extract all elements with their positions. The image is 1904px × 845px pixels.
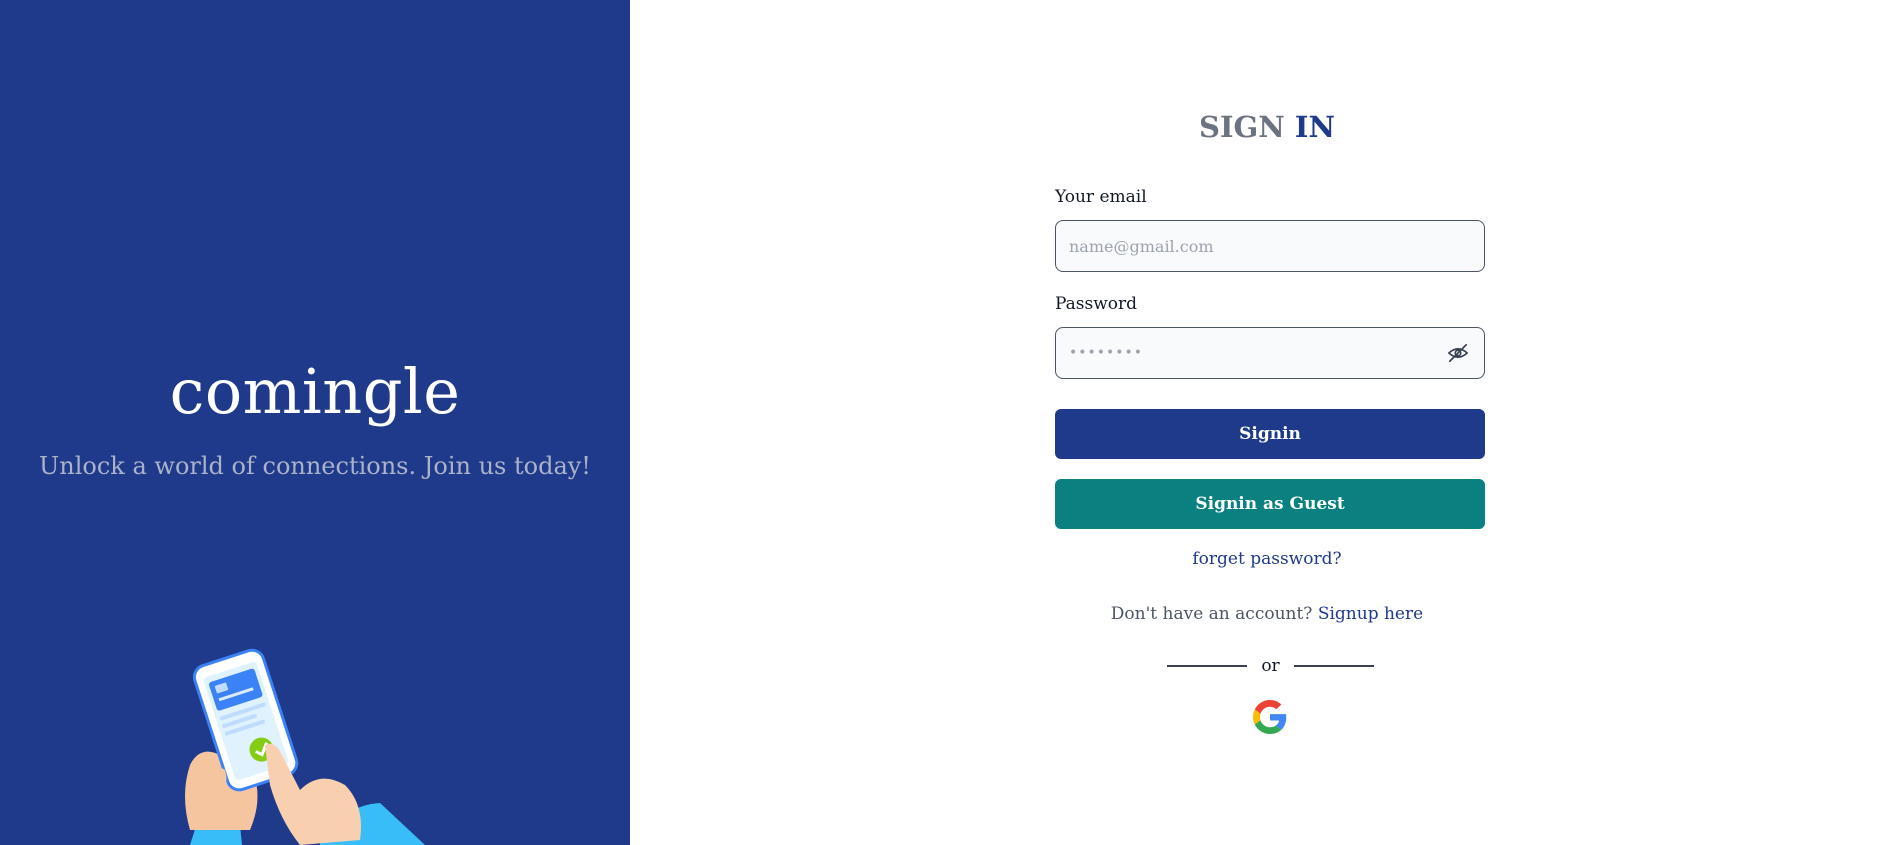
signup-link[interactable]: Signup here — [1318, 604, 1423, 624]
signin-panel: SIGN IN Your email Password •••••••• Sig… — [630, 0, 1904, 845]
divider-text: or — [1261, 656, 1280, 676]
email-input[interactable] — [1069, 236, 1471, 256]
forgot-password-link[interactable]: forget password? — [1192, 549, 1341, 569]
title-part-in: IN — [1294, 110, 1335, 144]
email-label: Your email — [1055, 187, 1147, 207]
signup-prompt: Don't have an account? — [1110, 604, 1313, 624]
hero-panel: comingle Unlock a world of connections. … — [0, 0, 630, 845]
or-divider: or — [1167, 655, 1374, 677]
password-field[interactable]: •••••••• — [1055, 327, 1485, 379]
title-part-sign: SIGN — [1199, 110, 1285, 144]
brand-logo-text: comingle — [169, 355, 461, 428]
password-label: Password — [1055, 294, 1138, 314]
signin-button[interactable]: Signin — [1055, 409, 1485, 459]
eye-off-icon[interactable] — [1445, 340, 1471, 366]
divider-line-right — [1294, 665, 1374, 667]
tagline: Unlock a world of connections. Join us t… — [39, 452, 591, 480]
phone-hand-illustration — [185, 648, 425, 845]
email-field-wrapper — [1055, 220, 1485, 272]
signin-guest-button[interactable]: Signin as Guest — [1055, 479, 1485, 529]
page-title: SIGN IN — [630, 110, 1904, 144]
google-icon[interactable] — [1253, 700, 1287, 734]
forgot-password-row: forget password? — [630, 549, 1904, 569]
password-masked-value[interactable]: •••••••• — [1069, 345, 1445, 361]
divider-line-left — [1167, 665, 1247, 667]
signup-row: Don't have an account? Signup here — [630, 604, 1904, 624]
